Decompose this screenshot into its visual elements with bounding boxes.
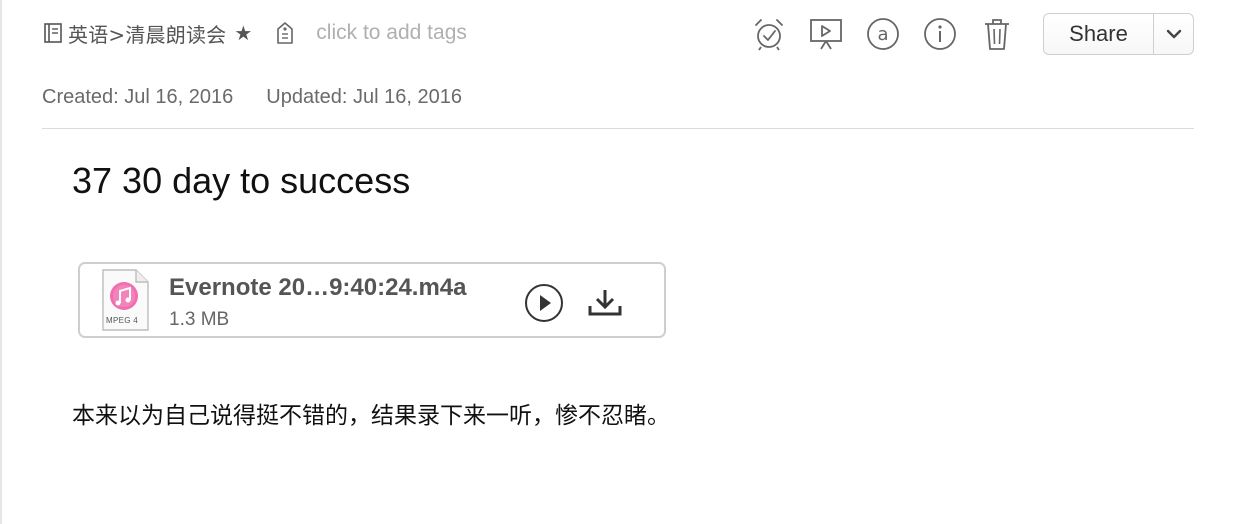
attachment-file-size: 1.3 MB bbox=[169, 309, 230, 330]
note-metadata: Created: Jul 16, 2016 Updated: Jul 16, 2… bbox=[42, 86, 462, 109]
svg-text:a: a bbox=[877, 24, 888, 45]
audio-attachment[interactable]: MPEG 4 Evernote 20…9:40:24.m4a 1.3 MB bbox=[78, 262, 666, 338]
star-icon[interactable]: ★ bbox=[234, 21, 252, 45]
presentation-icon[interactable] bbox=[809, 17, 843, 51]
tags-input[interactable]: click to add tags bbox=[316, 21, 467, 45]
notebook-icon bbox=[44, 23, 62, 43]
play-icon[interactable] bbox=[524, 283, 564, 323]
chevron-down-icon bbox=[1166, 29, 1181, 39]
attachment-file-name: Evernote 20…9:40:24.m4a bbox=[169, 274, 467, 301]
header-divider bbox=[42, 128, 1194, 129]
left-border bbox=[0, 0, 2, 524]
reminder-alarm-icon[interactable] bbox=[752, 17, 786, 51]
share-dropdown-button[interactable] bbox=[1154, 14, 1193, 54]
share-button[interactable]: Share bbox=[1044, 14, 1154, 54]
info-icon[interactable] bbox=[923, 17, 957, 51]
tag-icon[interactable] bbox=[274, 20, 296, 46]
updated-date: Updated: Jul 16, 2016 bbox=[266, 86, 462, 108]
created-date: Created: Jul 16, 2016 bbox=[42, 86, 234, 108]
at-mention-icon[interactable]: a bbox=[866, 17, 900, 51]
note-title[interactable]: 37 30 day to success bbox=[72, 160, 410, 202]
note-body-text[interactable]: 本来以为自己说得挺不错的，结果录下来一听，惨不忍睹。 bbox=[72, 396, 670, 430]
note-header: 英语>清晨朗读会 ★ click to add tags a Share bbox=[42, 13, 1194, 55]
trash-icon[interactable] bbox=[980, 17, 1014, 51]
notebook-breadcrumb[interactable]: 英语>清晨朗读会 ★ click to add tags bbox=[42, 18, 467, 48]
note-toolbar: a Share bbox=[752, 13, 1194, 55]
notebook-path[interactable]: 英语>清晨朗读会 bbox=[68, 19, 226, 48]
share-button-group: Share bbox=[1043, 13, 1194, 55]
download-icon[interactable] bbox=[586, 284, 624, 322]
file-type-label: MPEG 4 bbox=[106, 316, 139, 325]
